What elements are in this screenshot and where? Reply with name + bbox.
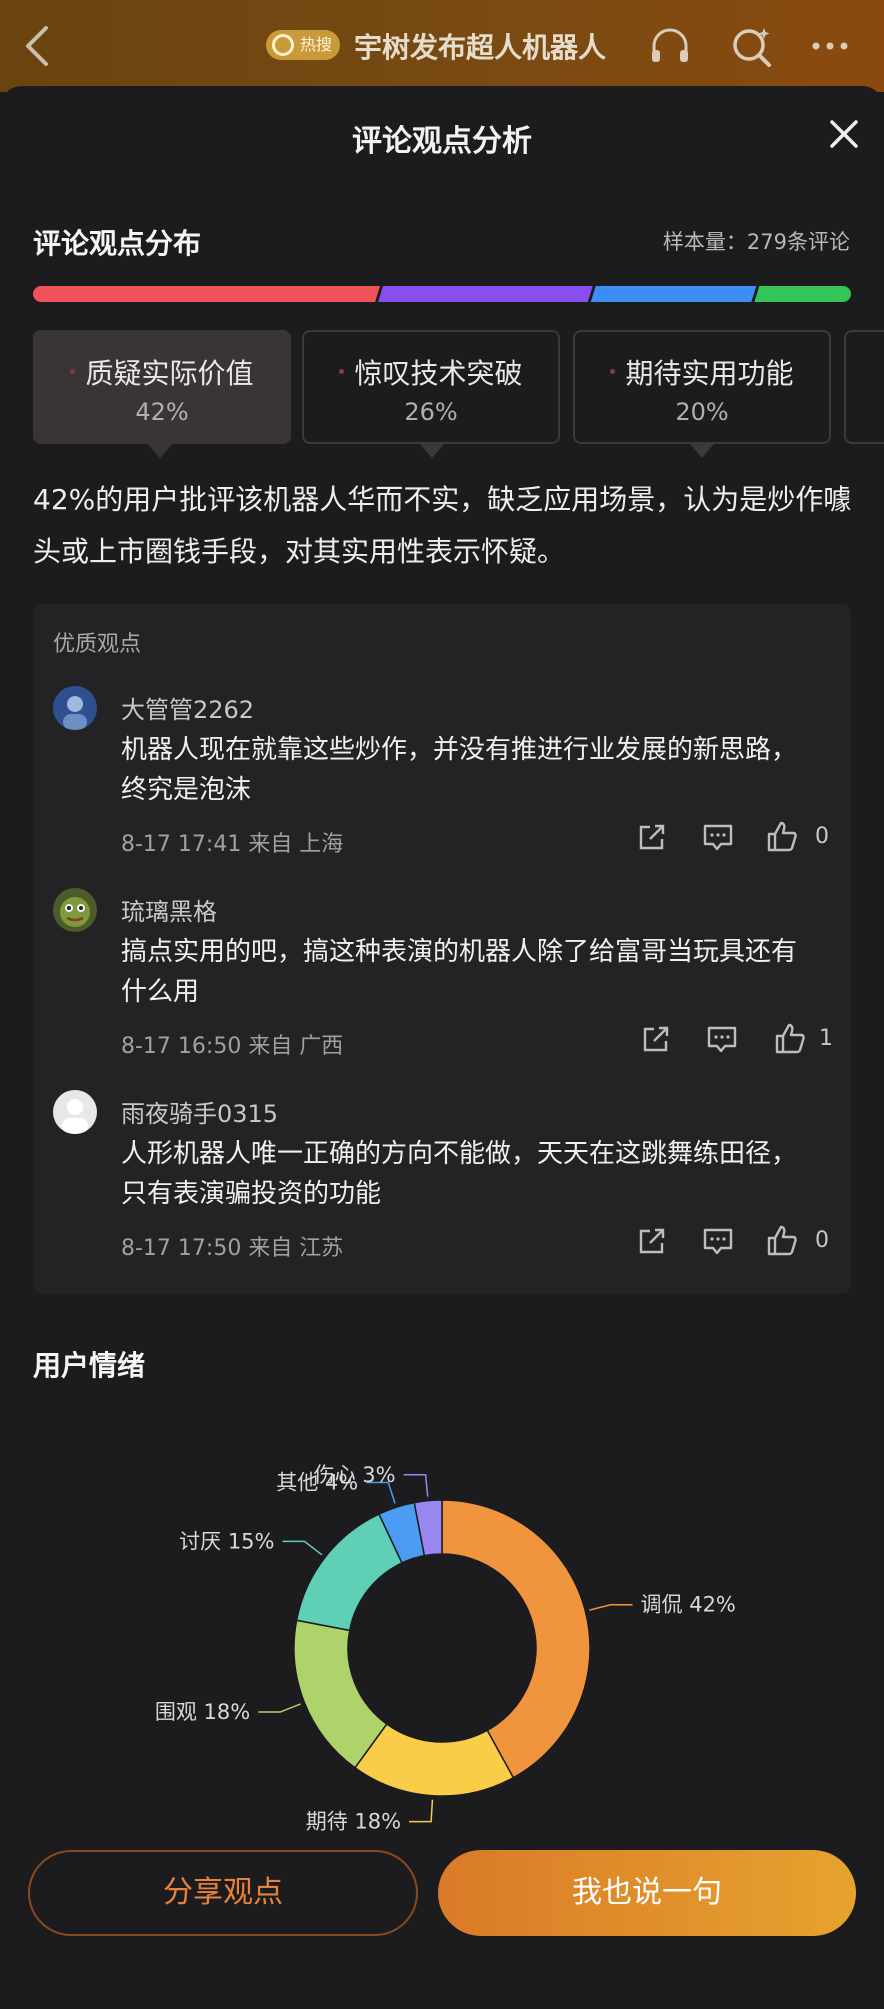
emotion-donut-chart: 调侃 42% 期待 18% 围观 18% 讨厌 15% 其他 4% 伤心 3% <box>0 1416 884 1836</box>
sheet-title: 评论观点分析 <box>352 124 532 159</box>
comment-item: 雨夜骑手0315 人形机器人唯一正确的方向不能做，天天在这跳舞练田径，只有表演骗… <box>33 1090 851 1290</box>
listen-headphone-icon[interactable] <box>648 24 692 68</box>
comment-username[interactable]: 大管管2262 <box>121 690 254 725</box>
donut-label-围观: 围观 18% <box>155 1700 250 1724</box>
comment-meta: 8-17 17:41 来自 上海 <box>121 832 344 857</box>
share-icon[interactable] <box>639 1022 673 1056</box>
comment-meta: 8-17 16:50 来自 广西 <box>121 1034 344 1059</box>
close-icon[interactable] <box>826 116 862 152</box>
comment-button[interactable]: 我也说一句 <box>438 1850 856 1936</box>
tab-opinion-4-partial[interactable] <box>844 330 884 444</box>
avatar[interactable] <box>53 1090 97 1134</box>
comment-text: 人形机器人唯一正确的方向不能做，天天在这跳舞练田径，只有表演骗投资的功能 <box>121 1139 798 1209</box>
donut-slice-调侃 <box>441 1499 591 1779</box>
tab-opinion-3[interactable]: 期待实用功能 20% <box>573 330 831 444</box>
reply-icon[interactable] <box>705 1022 739 1056</box>
tab-dot <box>610 368 616 374</box>
like-count: 1 <box>819 1026 833 1051</box>
leader-line-围观 <box>258 1703 301 1713</box>
bottom-action-bar: 分享观点 我也说一句 <box>0 1832 884 2009</box>
tab-dot <box>339 368 345 374</box>
comment-meta: 8-17 17:50 来自 江苏 <box>121 1236 344 1261</box>
comment-text: 搞点实用的吧，搞这种表演的机器人除了给富哥当玩具还有什么用 <box>121 937 798 1007</box>
comment-item: 琉璃黑格 搞点实用的吧，搞这种表演的机器人除了给富哥当玩具还有什么用 8-17 … <box>33 888 851 1088</box>
opinion-analysis-sheet: 评论观点分析 评论观点分布 样本量：279条评论 质疑实际价值 42% 惊叹技术… <box>0 86 884 2009</box>
hot-search-badge: 热搜 <box>266 30 340 60</box>
leader-line-期待 <box>409 1799 434 1823</box>
donut-label-伤心: 伤心 3% <box>314 1463 396 1487</box>
back-icon[interactable] <box>18 22 58 70</box>
quality-heading: 优质观点 <box>53 632 142 657</box>
ai-search-icon[interactable] <box>730 24 774 68</box>
share-icon[interactable] <box>635 820 669 854</box>
donut-label-调侃: 调侃 42% <box>641 1593 736 1617</box>
bar-segment-2 <box>378 286 593 302</box>
comment-username[interactable]: 雨夜骑手0315 <box>121 1094 278 1129</box>
like-count: 0 <box>815 824 829 849</box>
avatar[interactable] <box>53 888 97 932</box>
tab-dot <box>70 368 76 374</box>
opinion-distribution-bar <box>33 286 851 302</box>
hot-search-icon <box>272 34 294 56</box>
comment-item: 大管管2262 机器人现在就靠这些炒作，并没有推进行业发展的新思路，终究是泡沫 … <box>33 686 851 886</box>
tab-opinion-2[interactable]: 惊叹技术突破 26% <box>302 330 560 444</box>
page-header: 热搜 宇树发布超人机器人 <box>0 0 884 92</box>
avatar[interactable] <box>53 686 97 730</box>
bar-segment-4 <box>754 286 851 302</box>
like-count: 0 <box>815 1228 829 1253</box>
sample-size: 样本量：279条评论 <box>662 230 850 254</box>
leader-line-调侃 <box>589 1603 633 1611</box>
leader-line-讨厌 <box>282 1540 323 1556</box>
bar-segment-1 <box>33 286 381 302</box>
tab-pointer <box>690 444 714 458</box>
active-tab-pointer <box>148 444 172 458</box>
like-icon[interactable] <box>765 1224 799 1258</box>
more-dots-icon[interactable] <box>808 24 852 68</box>
donut-label-讨厌: 讨厌 15% <box>179 1529 274 1553</box>
reply-icon[interactable] <box>701 1224 735 1258</box>
quality-comments-card: 优质观点 大管管2262 机器人现在就靠这些炒作，并没有推进行业发展的新思路，终… <box>33 604 851 1294</box>
opinion-summary: 42%的用户批评该机器人华而不实，缺乏应用场景，认为是炒作噱头或上市圈钱手段，对… <box>33 483 852 568</box>
donut-label-期待: 期待 18% <box>306 1810 401 1834</box>
opinion-tabs: 质疑实际价值 42% 惊叹技术突破 26% 期待实用功能 20% <box>33 330 884 446</box>
tab-opinion-1[interactable]: 质疑实际价值 42% <box>33 330 291 444</box>
topic-title: 宇树发布超人机器人 <box>354 31 607 64</box>
bar-segment-3 <box>590 286 757 302</box>
comment-text: 机器人现在就靠这些炒作，并没有推进行业发展的新思路，终究是泡沫 <box>121 735 798 805</box>
donut-slice-讨厌 <box>295 1513 403 1632</box>
share-icon[interactable] <box>635 1224 669 1258</box>
emotion-title: 用户情绪 <box>33 1349 146 1382</box>
donut-svg: 调侃 42%期待 18%围观 18%讨厌 15%其他 4%伤心 3% <box>155 1463 736 1834</box>
distribution-title: 评论观点分布 <box>33 227 202 260</box>
like-icon[interactable] <box>773 1022 807 1056</box>
comment-username[interactable]: 琉璃黑格 <box>121 892 217 927</box>
like-icon[interactable] <box>765 820 799 854</box>
share-opinion-button[interactable]: 分享观点 <box>28 1850 418 1936</box>
reply-icon[interactable] <box>701 820 735 854</box>
leader-line-伤心 <box>403 1474 429 1497</box>
tab-pointer <box>420 444 444 458</box>
